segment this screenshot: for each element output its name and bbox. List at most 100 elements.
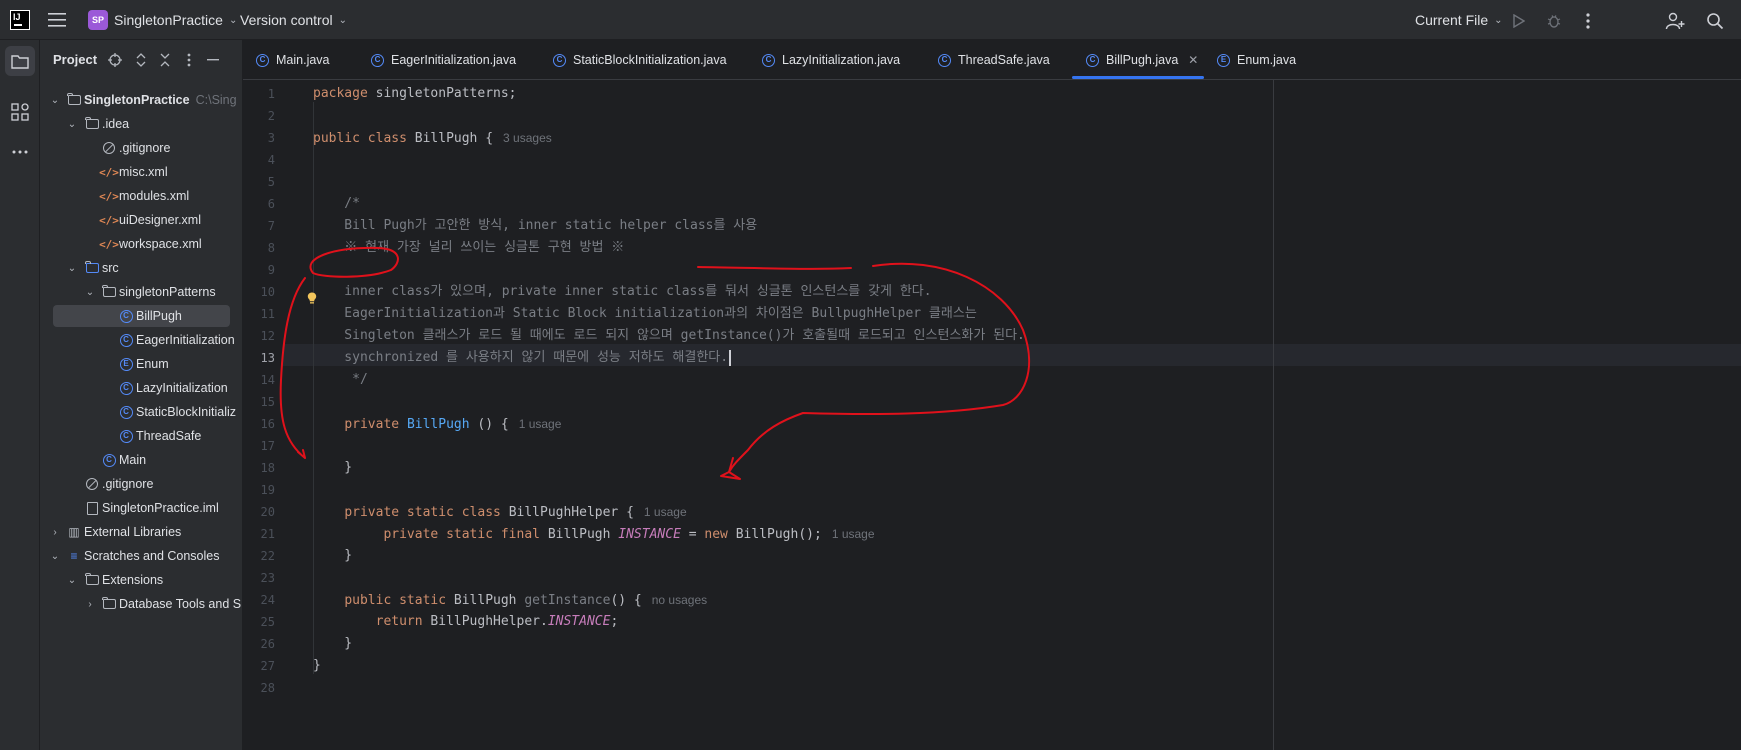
tree-node-extensions[interactable]: ⌄ Extensions (40, 569, 242, 591)
run-icon[interactable] (1508, 10, 1530, 32)
line-number[interactable]: 2 (243, 105, 275, 127)
tree-node-workspace-xml[interactable]: </> workspace.xml (40, 233, 242, 255)
line-number[interactable]: 15 (243, 391, 275, 413)
tree-node-database-tools[interactable]: › Database Tools and S (40, 593, 242, 615)
tree-node-main[interactable]: C Main (40, 449, 242, 471)
app-logo-icon[interactable]: IJ (10, 10, 30, 30)
hide-panel-icon[interactable] (204, 50, 222, 70)
more-actions-icon[interactable] (1577, 10, 1599, 32)
tree-node-billpugh[interactable]: C BillPugh (53, 305, 230, 327)
line-number[interactable]: 23 (243, 567, 275, 589)
code-line-16: private BillPugh () {1 usage (313, 413, 561, 435)
tab-enum-java[interactable]: E Enum.java (1217, 40, 1296, 80)
tab-eagerinitialization-java[interactable]: C EagerInitialization.java (371, 40, 516, 80)
tab-main-java[interactable]: C Main.java (256, 40, 330, 80)
line-number[interactable]: 10 (243, 281, 275, 303)
tree-node-idea[interactable]: ⌄ .idea (40, 113, 242, 135)
tab-staticblockinitialization-java[interactable]: C StaticBlockInitialization.java (553, 40, 727, 80)
line-number[interactable]: 4 (243, 149, 275, 171)
chevron-down-icon[interactable]: ⌄ (66, 262, 78, 274)
line-number[interactable]: 6 (243, 193, 275, 215)
debug-icon[interactable] (1543, 10, 1565, 32)
add-user-icon[interactable] (1664, 10, 1686, 32)
line-number[interactable]: 1 (243, 83, 275, 105)
line-number[interactable]: 8 (243, 237, 275, 259)
tree-node-label: modules.xml (119, 189, 190, 203)
line-number[interactable]: 24 (243, 589, 275, 611)
line-number[interactable]: 20 (243, 501, 275, 523)
tab-threadsafe-java[interactable]: C ThreadSafe.java (938, 40, 1050, 80)
usages-hint[interactable]: 1 usage (644, 505, 687, 519)
line-number[interactable]: 7 (243, 215, 275, 237)
chevron-down-icon[interactable]: ⌄ (49, 94, 61, 106)
tree-node-modules-xml[interactable]: </> modules.xml (40, 185, 242, 207)
line-number[interactable]: 25 (243, 611, 275, 633)
chevron-down-icon: ⌄ (228, 14, 238, 26)
more-tool-windows-icon[interactable] (5, 137, 35, 167)
main-menu-icon[interactable] (48, 0, 70, 40)
tree-node-misc-xml[interactable]: </> misc.xml (40, 161, 242, 183)
line-number[interactable]: 21 (243, 523, 275, 545)
locate-file-icon[interactable] (106, 50, 124, 70)
tree-node-iml[interactable]: SingletonPractice.iml (40, 497, 242, 519)
chevron-down-icon[interactable]: ⌄ (49, 550, 61, 562)
tree-node-enum[interactable]: E Enum (40, 353, 242, 375)
tab-lazyinitialization-java[interactable]: C LazyInitialization.java (762, 40, 900, 80)
chevron-right-icon[interactable]: › (84, 598, 96, 610)
line-number[interactable]: 19 (243, 479, 275, 501)
intention-bulb-icon[interactable] (307, 292, 317, 304)
project-panel-title[interactable]: Project (53, 52, 97, 67)
project-selector[interactable]: SingletonPractice ⌄ (114, 0, 237, 40)
tree-node-staticblockinitialization[interactable]: C StaticBlockInitializ (40, 401, 242, 423)
chevron-down-icon[interactable]: ⌄ (66, 574, 78, 586)
line-number[interactable]: 3 (243, 127, 275, 149)
line-number[interactable]: 27 (243, 655, 275, 677)
tree-node-scratches[interactable]: ⌄ ≡ Scratches and Consoles (40, 545, 242, 567)
line-number[interactable]: 28 (243, 677, 275, 699)
tree-node-external-libraries[interactable]: › ▥ External Libraries (40, 521, 242, 543)
tree-node-root-gitignore[interactable]: .gitignore (40, 473, 242, 495)
line-number[interactable]: 5 (243, 171, 275, 193)
line-number[interactable]: 16 (243, 413, 275, 435)
line-number[interactable]: 13 (243, 347, 275, 369)
line-number-gutter[interactable]: 1 2 3 4 5 6 7 8 9 10 11 12 13 14 15 16 17 18 19 20 21 22 23 24 2… (243, 80, 293, 750)
tree-node-eagerinitialization[interactable]: C EagerInitialization (40, 329, 242, 351)
project-badge[interactable]: SP (88, 10, 108, 30)
tree-node-project-root[interactable]: ⌄ SingletonPractice C:\Sing (40, 89, 242, 111)
usages-hint[interactable]: no usages (652, 593, 707, 607)
line-number[interactable]: 22 (243, 545, 275, 567)
line-number[interactable]: 18 (243, 457, 275, 479)
code-line-1: package singletonPatterns; (313, 83, 517, 105)
run-configuration-selector[interactable]: Current File ⌄ (1415, 0, 1503, 40)
line-number[interactable]: 12 (243, 325, 275, 347)
chevron-right-icon[interactable]: › (49, 526, 61, 538)
collapse-all-icon[interactable] (156, 50, 174, 70)
tab-label: Main.java (276, 53, 330, 67)
line-number[interactable]: 14 (243, 369, 275, 391)
expand-all-icon[interactable] (132, 50, 150, 70)
version-control-menu[interactable]: Version control ⌄ (240, 0, 347, 40)
tree-node-idea-gitignore[interactable]: .gitignore (40, 137, 242, 159)
line-number[interactable]: 26 (243, 633, 275, 655)
usages-hint[interactable]: 1 usage (832, 527, 875, 541)
line-number[interactable]: 11 (243, 303, 275, 325)
tree-node-src[interactable]: ⌄ src (40, 257, 242, 279)
tree-node-uidesigner-xml[interactable]: </> uiDesigner.xml (40, 209, 242, 231)
tab-billpugh-java[interactable]: C BillPugh.java ✕ (1086, 40, 1198, 80)
code-editor[interactable]: 1 2 3 4 5 6 7 8 9 10 11 12 13 14 15 16 17 18 19 20 21 22 23 24 2… (243, 80, 1741, 750)
usages-hint[interactable]: 1 usage (519, 417, 562, 431)
chevron-down-icon[interactable]: ⌄ (84, 286, 96, 298)
line-number[interactable]: 9 (243, 259, 275, 281)
structure-tool-icon[interactable] (5, 97, 35, 127)
line-number[interactable]: 17 (243, 435, 275, 457)
options-icon[interactable] (180, 50, 198, 70)
search-icon[interactable] (1704, 10, 1726, 32)
app-logo-text: IJ (13, 12, 21, 22)
usages-hint[interactable]: 3 usages (503, 131, 552, 145)
chevron-down-icon[interactable]: ⌄ (66, 118, 78, 130)
tree-node-threadsafe[interactable]: C ThreadSafe (40, 425, 242, 447)
close-icon[interactable]: ✕ (1188, 53, 1198, 67)
tree-node-lazyinitialization[interactable]: C LazyInitialization (40, 377, 242, 399)
tree-node-singletonpatterns[interactable]: ⌄ singletonPatterns (40, 281, 242, 303)
project-tool-icon[interactable] (5, 46, 35, 76)
